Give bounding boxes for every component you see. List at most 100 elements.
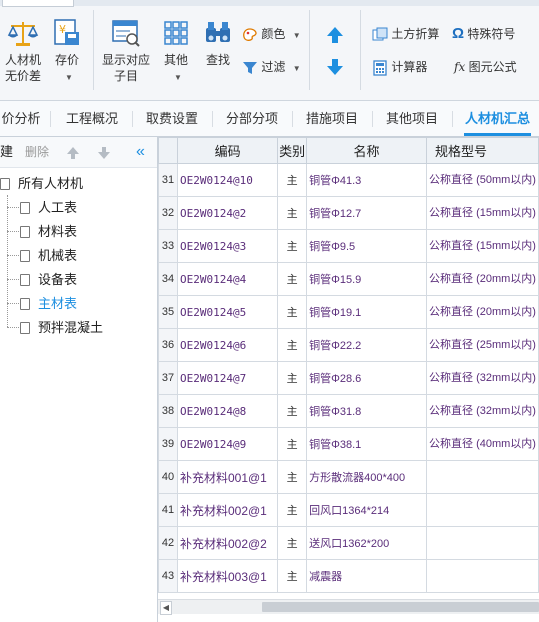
spec-cell[interactable]: 公称直径 (20mm以内) (426, 262, 539, 296)
color-button[interactable]: 颜色 ▼ (242, 26, 301, 44)
code-cell[interactable]: OE2W0124@7 (176, 361, 279, 395)
tree-item-equipment[interactable]: 设备表 (20, 268, 77, 292)
ribbon-tab-active[interactable] (2, 0, 74, 7)
spec-cell[interactable]: 公称直径 (15mm以内) (426, 229, 539, 263)
earthwork-convert-button[interactable]: 土方折算 (372, 26, 439, 43)
table-row[interactable]: 39 OE2W0124@9 主 铜管Φ38.1 公称直径 (40mm以内) (158, 427, 539, 461)
code-cell[interactable]: OE2W0124@6 (176, 328, 279, 362)
category-cell[interactable]: 主 (277, 163, 308, 197)
category-cell[interactable]: 主 (277, 559, 308, 593)
code-cell[interactable]: OE2W0124@9 (176, 427, 279, 461)
spec-cell[interactable]: 公称直径 (15mm以内) (426, 196, 539, 230)
table-row[interactable]: 42 补充材料002@2 主 送风口1362*200 (158, 526, 539, 560)
spec-cell[interactable]: 公称直径 (32mm以内) (426, 394, 539, 428)
column-header-name[interactable]: 名称 (306, 137, 428, 164)
table-row[interactable]: 40 补充材料001@1 主 方形散流器400*400 (158, 460, 539, 494)
table-row[interactable]: 31 OE2W0124@10 主 铜管Φ41.3 公称直径 (50mm以内) (158, 163, 539, 197)
column-header-category[interactable]: 类别 (277, 137, 308, 164)
category-cell[interactable]: 主 (277, 196, 308, 230)
spec-cell[interactable] (426, 460, 539, 494)
tree-item-main-material[interactable]: 主材表 (20, 292, 77, 316)
code-cell[interactable]: OE2W0124@8 (176, 394, 279, 428)
code-cell[interactable]: OE2W0124@2 (176, 196, 279, 230)
scroll-left-icon[interactable]: ◀ (160, 601, 172, 615)
category-cell[interactable]: 主 (277, 460, 308, 494)
name-cell[interactable]: 铜管Φ22.2 (306, 328, 428, 362)
category-cell[interactable]: 主 (277, 262, 308, 296)
code-cell[interactable]: 补充材料002@1 (176, 493, 279, 527)
name-cell[interactable]: 铜管Φ41.3 (306, 163, 428, 197)
table-row[interactable]: 34 OE2W0124@4 主 铜管Φ15.9 公称直径 (20mm以内) (158, 262, 539, 296)
new-button[interactable]: 建 (0, 137, 13, 167)
tree-item-material[interactable]: 材料表 (20, 220, 77, 244)
tree-item-machinery[interactable]: 机械表 (20, 244, 77, 268)
name-cell[interactable]: 减震器 (306, 559, 428, 593)
move-up-button[interactable] (326, 26, 344, 48)
spec-cell[interactable] (426, 493, 539, 527)
category-cell[interactable]: 主 (277, 427, 308, 461)
category-cell[interactable]: 主 (277, 229, 308, 263)
category-cell[interactable]: 主 (277, 394, 308, 428)
tab-measure-items[interactable]: 措施项目 (296, 101, 368, 136)
tree-item-ready-mix-concrete[interactable]: 预拌混凝土 (20, 316, 103, 340)
category-cell[interactable]: 主 (277, 493, 308, 527)
column-header-spec[interactable]: 规格型号 (426, 137, 539, 164)
find-button[interactable]: 查找 (200, 18, 236, 68)
code-cell[interactable]: OE2W0124@3 (176, 229, 279, 263)
calculator-button[interactable]: 计算器 (372, 59, 427, 76)
spec-cell[interactable]: 公称直径 (25mm以内) (426, 328, 539, 362)
spec-cell[interactable]: 公称直径 (50mm以内) (426, 163, 539, 197)
move-up-button[interactable] (66, 137, 80, 167)
collapse-panel-icon[interactable]: « (136, 137, 145, 167)
column-header-code[interactable]: 编码 (176, 137, 279, 164)
category-cell[interactable]: 主 (277, 361, 308, 395)
name-cell[interactable]: 方形散流器400*400 (306, 460, 428, 494)
horizontal-scrollbar[interactable]: ◀ (158, 599, 539, 615)
move-down-button[interactable] (326, 58, 344, 80)
category-cell[interactable]: 主 (277, 526, 308, 560)
rcj-no-price-diff-button[interactable]: 人材机 无价差 (2, 18, 44, 84)
tab-price-analysis[interactable]: 价分析 (0, 101, 42, 136)
tab-rcj-summary[interactable]: 人材机汇总 (456, 101, 539, 136)
name-cell[interactable]: 铜管Φ9.5 (306, 229, 428, 263)
category-cell[interactable]: 主 (277, 295, 308, 329)
tree-root-all-rcj[interactable]: 所有人材机 (0, 172, 83, 196)
spec-cell[interactable]: 公称直径 (32mm以内) (426, 361, 539, 395)
scrollbar-thumb[interactable] (262, 602, 539, 612)
tree-item-labor[interactable]: 人工表 (20, 196, 77, 220)
name-cell[interactable]: 回风口1364*214 (306, 493, 428, 527)
table-row[interactable]: 38 OE2W0124@8 主 铜管Φ31.8 公称直径 (32mm以内) (158, 394, 539, 428)
table-row[interactable]: 32 OE2W0124@2 主 铜管Φ12.7 公称直径 (15mm以内) (158, 196, 539, 230)
special-symbol-button[interactable]: Ω 特殊符号 (452, 26, 515, 42)
code-cell[interactable]: OE2W0124@10 (176, 163, 279, 197)
name-cell[interactable]: 铜管Φ15.9 (306, 262, 428, 296)
table-row[interactable]: 33 OE2W0124@3 主 铜管Φ9.5 公称直径 (15mm以内) (158, 229, 539, 263)
table-row[interactable]: 35 OE2W0124@5 主 铜管Φ19.1 公称直径 (20mm以内) (158, 295, 539, 329)
tab-other-items[interactable]: 其他项目 (376, 101, 448, 136)
tab-fee-settings[interactable]: 取费设置 (136, 101, 208, 136)
spec-cell[interactable]: 公称直径 (40mm以内) (426, 427, 539, 461)
move-down-button[interactable] (97, 137, 111, 167)
code-cell[interactable]: 补充材料003@1 (176, 559, 279, 593)
code-cell[interactable]: OE2W0124@5 (176, 295, 279, 329)
spec-cell[interactable]: 公称直径 (20mm以内) (426, 295, 539, 329)
name-cell[interactable]: 铜管Φ31.8 (306, 394, 428, 428)
name-cell[interactable]: 铜管Φ38.1 (306, 427, 428, 461)
name-cell[interactable]: 铜管Φ28.6 (306, 361, 428, 395)
table-row[interactable]: 37 OE2W0124@7 主 铜管Φ28.6 公称直径 (32mm以内) (158, 361, 539, 395)
tab-division-items[interactable]: 分部分项 (216, 101, 288, 136)
filter-button[interactable]: 过滤 ▼ (242, 59, 301, 77)
code-cell[interactable]: OE2W0124@4 (176, 262, 279, 296)
element-formula-button[interactable]: fx 图元公式 (454, 59, 517, 75)
tab-project-overview[interactable]: 工程概况 (56, 101, 128, 136)
delete-button[interactable]: 删除 (25, 137, 49, 167)
code-cell[interactable]: 补充材料001@1 (176, 460, 279, 494)
name-cell[interactable]: 铜管Φ19.1 (306, 295, 428, 329)
table-row[interactable]: 36 OE2W0124@6 主 铜管Φ22.2 公称直径 (25mm以内) (158, 328, 539, 362)
name-cell[interactable]: 铜管Φ12.7 (306, 196, 428, 230)
category-cell[interactable]: 主 (277, 328, 308, 362)
code-cell[interactable]: 补充材料002@2 (176, 526, 279, 560)
table-row[interactable]: 43 补充材料003@1 主 减震器 (158, 559, 539, 593)
other-button[interactable]: 其他 ▼ (158, 18, 194, 86)
table-row[interactable]: 41 补充材料002@1 主 回风口1364*214 (158, 493, 539, 527)
